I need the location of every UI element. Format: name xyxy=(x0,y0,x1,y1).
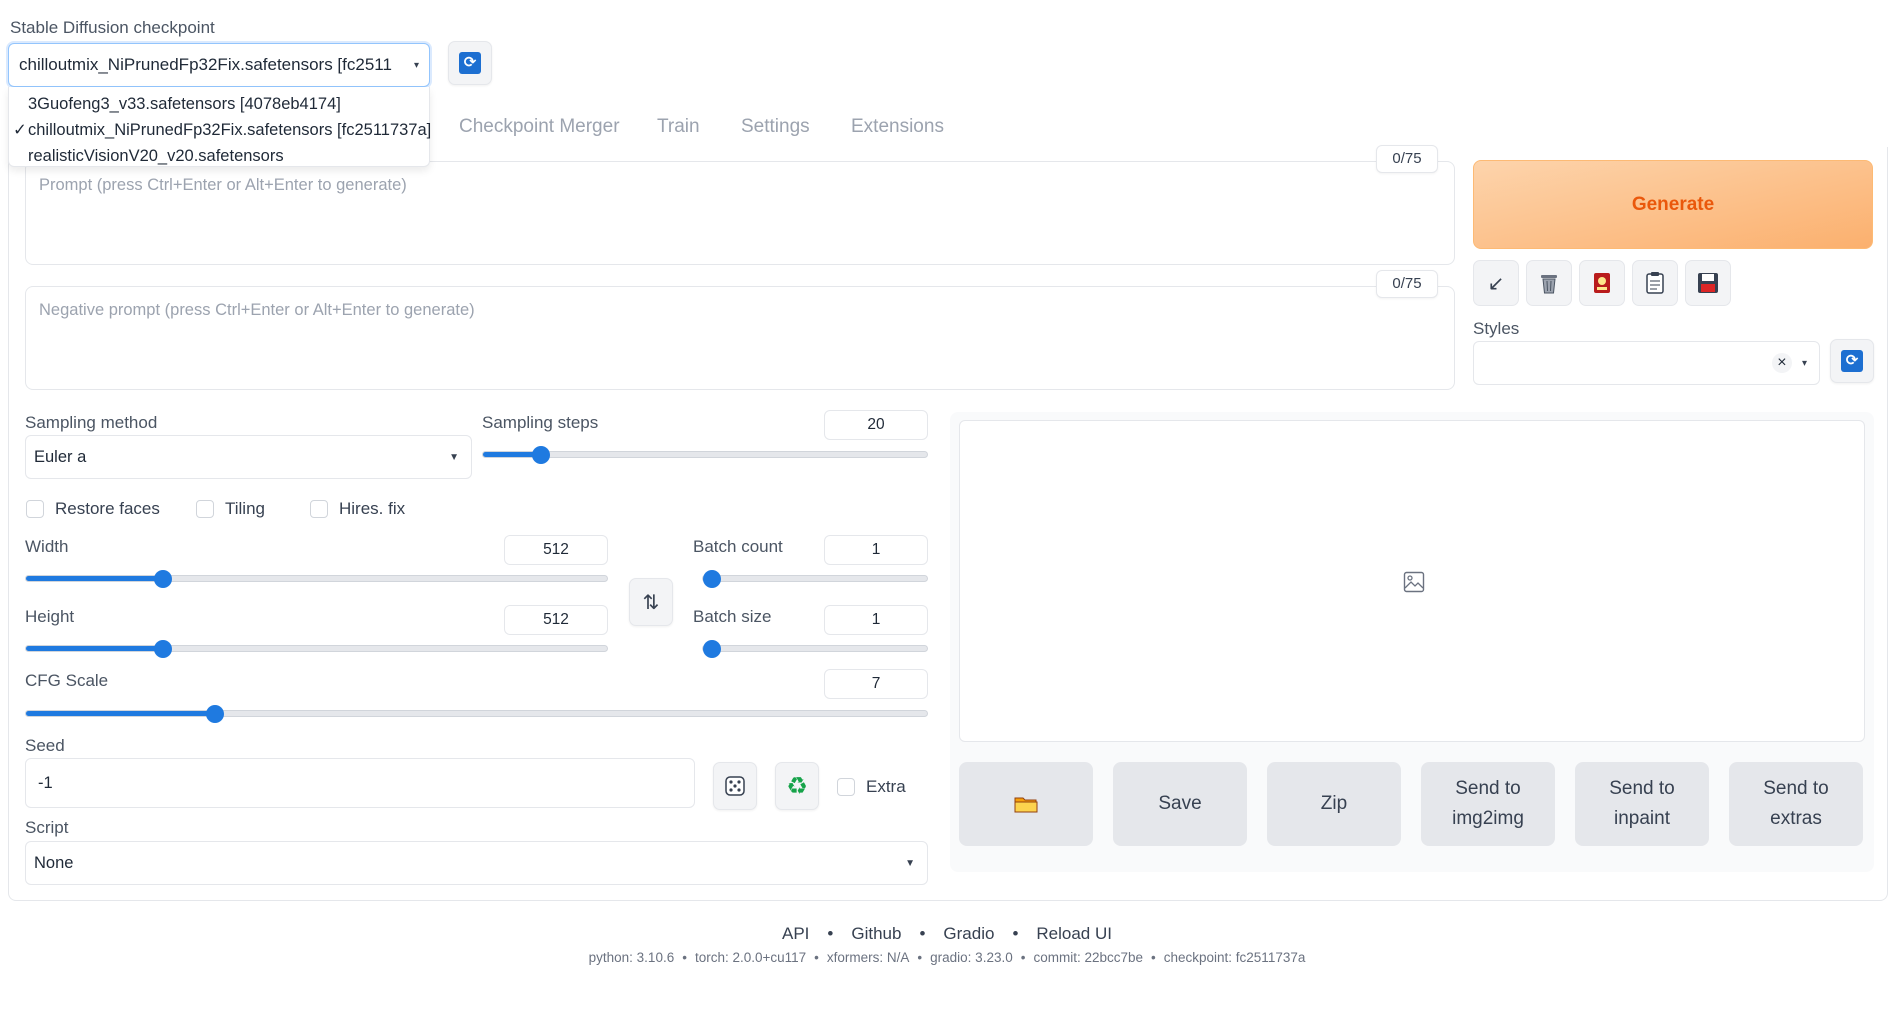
height-slider[interactable] xyxy=(25,639,608,658)
random-seed-button[interactable] xyxy=(713,762,757,810)
tab-checkpoint-merger[interactable]: Checkpoint Merger xyxy=(459,116,620,138)
show-extra-networks-button[interactable] xyxy=(1579,260,1625,306)
slider-thumb[interactable] xyxy=(703,639,721,658)
batch-size-label: Batch size xyxy=(693,607,772,626)
folder-icon xyxy=(1014,797,1038,813)
script-select[interactable]: None ▼ xyxy=(25,841,928,885)
dice-icon xyxy=(725,776,745,796)
negative-prompt-token-counter: 0/75 xyxy=(1376,270,1438,298)
clipboard-icon xyxy=(1646,272,1664,294)
zip-button[interactable]: Zip xyxy=(1267,762,1401,846)
image-placeholder-icon xyxy=(1403,571,1425,593)
script-label: Script xyxy=(25,818,69,837)
restore-faces-checkbox[interactable] xyxy=(26,500,44,518)
checkpoint-option[interactable]: realisticVisionV20_v20.safetensors xyxy=(9,143,429,169)
footer-link-reload-ui[interactable]: Reload UI xyxy=(1036,924,1112,943)
sampling-steps-input[interactable]: 20 xyxy=(824,410,928,440)
slider-thumb[interactable] xyxy=(153,639,172,658)
slider-thumb[interactable] xyxy=(206,704,225,723)
tiling-label: Tiling xyxy=(225,499,265,518)
cfg-scale-label: CFG Scale xyxy=(25,671,109,690)
open-folder-button[interactable] xyxy=(959,762,1093,846)
swap-dimensions-button[interactable]: ⇅ xyxy=(629,578,673,626)
checkpoint-dropdown-list: 3Guofeng3_v33.safetensors [4078eb4174] ✓… xyxy=(8,87,431,169)
seed-input[interactable]: -1 xyxy=(25,758,695,808)
red-card-icon xyxy=(1594,273,1610,293)
sampling-steps-label: Sampling steps xyxy=(482,413,599,432)
width-slider[interactable] xyxy=(25,569,608,588)
batch-count-slider[interactable] xyxy=(702,569,928,588)
checkpoint-refresh-button[interactable]: ⟳ xyxy=(448,41,492,85)
footer-version-info: python: 3.10.6 • torch: 2.0.0+cu117 • xforme… xyxy=(588,950,1306,965)
output-gallery xyxy=(959,420,1865,742)
height-input[interactable]: 512 xyxy=(504,605,608,635)
read-params-button[interactable]: ↙ xyxy=(1473,260,1519,306)
cfg-scale-slider[interactable] xyxy=(25,704,928,723)
chevron-down-icon: ▼ xyxy=(905,857,915,869)
checkpoint-option[interactable]: 3Guofeng3_v33.safetensors [4078eb4174] xyxy=(9,91,429,117)
footer-link-github[interactable]: Github xyxy=(851,924,901,943)
hires-fix-label: Hires. fix xyxy=(339,499,406,518)
batch-count-input[interactable]: 1 xyxy=(824,535,928,565)
send-to-extras-button[interactable]: Send to extras xyxy=(1729,762,1863,846)
reuse-seed-button[interactable]: ♻ xyxy=(775,762,819,810)
trash-icon xyxy=(1541,275,1557,294)
save-button[interactable]: Save xyxy=(1113,762,1247,846)
width-input[interactable]: 512 xyxy=(504,535,608,565)
batch-size-slider[interactable] xyxy=(702,639,928,658)
clear-icon[interactable]: × xyxy=(1771,353,1792,373)
tab-settings[interactable]: Settings xyxy=(741,116,810,138)
checkpoint-select[interactable]: chilloutmix_NiPrunedFp32Fix.safetensors … xyxy=(8,43,430,87)
arrow-diagonal-icon: ↙ xyxy=(1487,272,1505,295)
seed-label: Seed xyxy=(25,736,65,755)
restore-faces-label: Restore faces xyxy=(55,499,160,518)
generate-button[interactable]: Generate xyxy=(1473,160,1873,249)
recycle-icon: ♻ xyxy=(786,772,808,800)
tab-extensions[interactable]: Extensions xyxy=(851,116,944,138)
checkpoint-option[interactable]: ✓ chilloutmix_NiPrunedFp32Fix.safetensors… xyxy=(9,117,431,143)
save-disk-icon xyxy=(1698,273,1718,293)
hires-fix-checkbox[interactable] xyxy=(310,500,328,518)
chevron-down-icon: ▾ xyxy=(1801,357,1807,369)
footer-link-api[interactable]: API xyxy=(782,924,809,943)
apply-styles-button[interactable] xyxy=(1632,260,1678,306)
refresh-icon: ⟳ xyxy=(1841,350,1863,372)
batch-size-input[interactable]: 1 xyxy=(824,605,928,635)
clear-prompt-button[interactable] xyxy=(1526,260,1572,306)
chevron-down-icon: ▾ xyxy=(413,59,419,71)
cfg-scale-input[interactable]: 7 xyxy=(824,669,928,699)
width-label: Width xyxy=(25,537,69,556)
footer-link-gradio[interactable]: Gradio xyxy=(943,924,994,943)
swap-arrows-icon: ⇅ xyxy=(642,591,660,614)
check-icon: ✓ xyxy=(13,121,27,139)
tiling-checkbox[interactable] xyxy=(196,500,214,518)
send-to-img2img-button[interactable]: Send to img2img xyxy=(1421,762,1555,846)
styles-select[interactable]: × ▾ xyxy=(1473,341,1820,385)
batch-count-label: Batch count xyxy=(693,537,783,556)
tab-train[interactable]: Train xyxy=(657,116,700,138)
height-label: Height xyxy=(25,607,75,626)
send-to-inpaint-button[interactable]: Send to inpaint xyxy=(1575,762,1709,846)
styles-label: Styles xyxy=(1473,319,1520,338)
sampling-steps-slider[interactable] xyxy=(482,445,928,464)
styles-refresh-button[interactable]: ⟳ xyxy=(1830,339,1874,383)
save-style-button[interactable] xyxy=(1685,260,1731,306)
slider-thumb[interactable] xyxy=(153,569,172,588)
chevron-down-icon: ▼ xyxy=(449,451,459,463)
prompt-token-counter: 0/75 xyxy=(1376,145,1438,173)
sampling-method-label: Sampling method xyxy=(25,413,158,432)
slider-thumb[interactable] xyxy=(531,445,550,464)
extra-seed-checkbox[interactable] xyxy=(837,778,855,796)
checkpoint-label: Stable Diffusion checkpoint xyxy=(10,18,215,37)
sampling-method-select[interactable]: Euler a ▼ xyxy=(25,435,472,479)
negative-prompt-input[interactable]: Negative prompt (press Ctrl+Enter or Alt… xyxy=(25,286,1455,390)
prompt-input[interactable]: Prompt (press Ctrl+Enter or Alt+Enter to… xyxy=(25,161,1455,265)
checkpoint-selected-value: chilloutmix_NiPrunedFp32Fix.safetensors … xyxy=(19,55,392,74)
slider-thumb[interactable] xyxy=(703,569,721,588)
refresh-icon: ⟳ xyxy=(459,52,481,74)
extra-seed-label: Extra xyxy=(866,777,906,796)
footer-links: API • Github • Gradio • Reload UI xyxy=(782,924,1112,943)
